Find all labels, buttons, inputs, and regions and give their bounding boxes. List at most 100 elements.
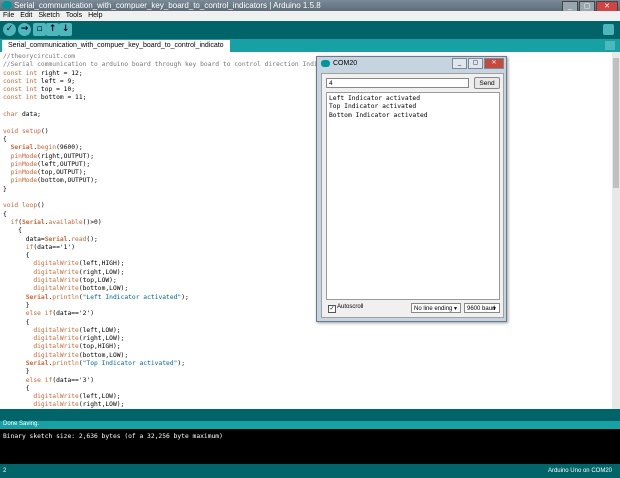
editor-scrollbar[interactable]: [612, 52, 620, 409]
arduino-logo-icon: [2, 1, 12, 9]
save-button[interactable]: ↓: [59, 23, 72, 36]
window-titlebar: Serial_communication_with_compuer_key_bo…: [0, 0, 620, 12]
send-button[interactable]: Send: [474, 77, 500, 89]
code-line: else if(data=='3'): [25, 376, 95, 384]
arrow-up-icon: ↑: [48, 24, 57, 34]
autoscroll-label: Autoscroll: [337, 304, 364, 310]
code-line: if(data=='1'): [25, 243, 76, 251]
code-line: pinMode(top,OUTPUT);: [10, 169, 87, 177]
code-line: Serial.begin(9600);: [10, 144, 83, 152]
chevron-down-icon: ▼: [492, 306, 497, 312]
tab-menu-button[interactable]: [605, 41, 615, 50]
code-line: const int top = 10;: [3, 86, 76, 94]
arrow-right-icon: →: [20, 24, 29, 34]
scrollbar-thumb[interactable]: [613, 58, 619, 188]
code-line: digitalWrite(right,LOW);: [33, 335, 125, 343]
line-ending-value: No line ending: [414, 306, 453, 312]
code-line: {: [3, 227, 22, 235]
serial-monitor-title: COM20: [333, 60, 358, 67]
baud-select[interactable]: 9600 baud ▼: [464, 303, 500, 313]
menu-help[interactable]: Help: [88, 12, 102, 19]
new-button[interactable]: ▫: [33, 23, 46, 36]
status-area: Done Saving.: [0, 409, 620, 429]
arduino-logo-icon: [321, 60, 330, 67]
upload-button[interactable]: →: [18, 23, 31, 36]
code-line: pinMode(bottom,OUTPUT);: [10, 177, 98, 185]
code-line: digitalWrite(left,LOW);: [33, 393, 121, 401]
autoscroll-checkbox[interactable]: ✓: [328, 305, 336, 313]
window-controls: _ ▢ ✕: [562, 0, 618, 12]
verify-button[interactable]: ✓: [3, 23, 16, 36]
code-line: void setup(): [3, 127, 49, 135]
menu-tools[interactable]: Tools: [66, 12, 82, 19]
toolbar: ✓ → ▫ ↑ ↓: [0, 21, 620, 39]
line-number: 2: [3, 468, 7, 474]
code-line: }: [3, 185, 7, 193]
footer-bar: 2 Arduino Uno on COM20: [0, 464, 620, 478]
code-line: {: [3, 318, 30, 326]
serial-footer: ✓ Autoscroll No line ending ▼ 9600 baud …: [326, 303, 500, 315]
serial-monitor-controls: _ ▢ ✕: [452, 58, 504, 69]
serial-monitor-window: COM20 _ ▢ ✕ 4 Send Left Indicator activa…: [316, 56, 507, 322]
menu-sketch[interactable]: Sketch: [38, 12, 59, 19]
code-line: if(Serial.available()>0): [10, 218, 102, 226]
board-info: Arduino Uno on COM20: [547, 468, 612, 474]
status-bar: Done Saving.: [0, 421, 620, 429]
code-line: Serial.println("Left Indicator activated…: [25, 293, 189, 301]
code-text: //theorycircuit.com //Serial communicati…: [3, 53, 340, 409]
line-ending-select[interactable]: No line ending ▼: [411, 303, 461, 313]
tab-bar: Serial_communication_with_compuer_key_bo…: [0, 39, 620, 52]
code-line: }: [3, 301, 30, 309]
serial-output[interactable]: Left Indicator activated Top Indicator a…: [326, 92, 500, 300]
serial-input[interactable]: 4: [326, 78, 469, 88]
menu-bar: File Edit Sketch Tools Help: [0, 11, 620, 21]
window-title: Serial_communication_with_compuer_key_bo…: [14, 1, 321, 10]
code-line: digitalWrite(left,HIGH);: [33, 260, 125, 268]
menu-edit[interactable]: Edit: [20, 12, 32, 19]
output-line: Top Indicator activated: [329, 103, 417, 111]
code-line: }: [3, 368, 30, 376]
code-line: const int left = 9;: [3, 77, 76, 85]
code-line: char data;: [3, 111, 41, 119]
code-line: //Serial communication to arduino board …: [3, 61, 341, 69]
code-line: else if(data=='2'): [25, 310, 95, 318]
code-line: digitalWrite(bottom,LOW);: [33, 285, 129, 293]
code-line: digitalWrite(top,LOW);: [33, 277, 117, 285]
code-line: const int bottom = 11;: [3, 94, 87, 102]
code-line: digitalWrite(bottom,LOW);: [33, 351, 129, 359]
code-line: {: [3, 252, 30, 260]
check-icon: ✓: [5, 24, 14, 34]
output-line: Bottom Indicator activated: [329, 111, 428, 119]
console: Binary sketch size: 2,636 bytes (of a 32…: [0, 429, 620, 464]
code-line: Serial.println("Top Indicator activated"…: [25, 359, 186, 367]
code-line: //theorycircuit.com: [3, 53, 76, 60]
code-line: const int right = 12;: [3, 69, 83, 77]
serial-monitor-body: 4 Send Left Indicator activated Top Indi…: [321, 73, 504, 318]
serial-close-button[interactable]: ✕: [484, 58, 504, 69]
console-text: Binary sketch size: 2,636 bytes (of a 32…: [3, 433, 223, 440]
status-message: Done Saving.: [3, 421, 40, 427]
serial-maximize-button[interactable]: ▢: [468, 58, 483, 69]
code-line: {: [3, 384, 30, 392]
code-line: {: [3, 210, 7, 218]
arrow-down-icon: ↓: [61, 24, 70, 34]
code-line: void loop(): [3, 202, 45, 210]
output-line: Left Indicator activated: [329, 95, 420, 102]
menu-file[interactable]: File: [3, 12, 14, 19]
code-line: digitalWrite(top,HIGH);: [33, 343, 121, 351]
chevron-down-icon: ▼: [453, 306, 458, 312]
serial-monitor-titlebar: COM20 _ ▢ ✕: [317, 57, 506, 70]
code-editor[interactable]: //theorycircuit.com //Serial communicati…: [0, 52, 612, 409]
serial-minimize-button[interactable]: _: [452, 58, 467, 69]
new-file-icon: ▫: [36, 24, 43, 34]
code-line: digitalWrite(right,LOW);: [33, 268, 125, 276]
code-line: data=Serial.read();: [3, 235, 98, 243]
open-button[interactable]: ↑: [46, 23, 59, 36]
code-line: digitalWrite(left,LOW);: [33, 326, 121, 334]
tab-sketch[interactable]: Serial_communication_with_compuer_key_bo…: [2, 40, 230, 52]
code-line: digitalWrite(right,LOW);: [33, 401, 125, 409]
code-line: pinMode(left,OUTPUT);: [10, 160, 91, 168]
serial-monitor-button[interactable]: [603, 24, 614, 35]
code-line: pinMode(right,OUTPUT);: [10, 152, 95, 160]
code-line: {: [3, 135, 7, 143]
